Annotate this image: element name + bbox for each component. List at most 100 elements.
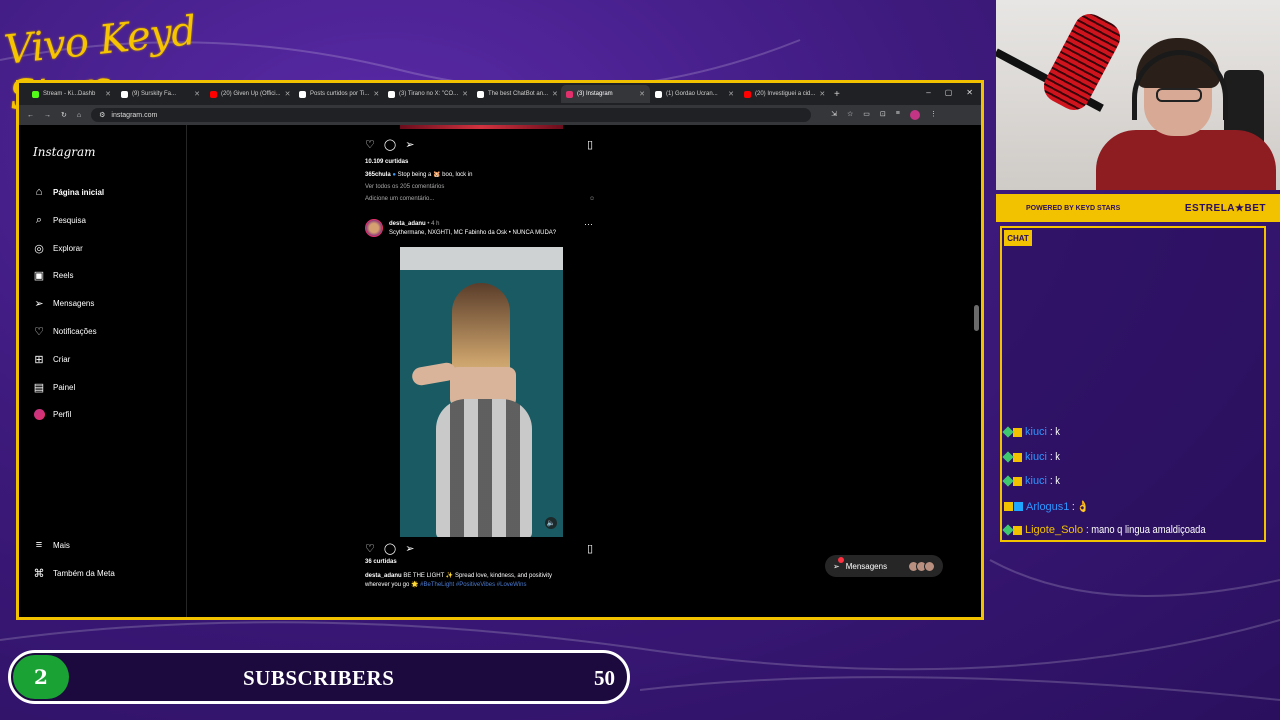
chat-message: kiuci: k [1002, 474, 1062, 487]
sidebar-item-home[interactable]: ⌂ Página inicial [33, 185, 104, 199]
feed-column: ♡ ◯ ➢ ▯ 10.109 curtidas 365chula ● Stop … [365, 125, 599, 617]
webcam-glasses [1156, 88, 1202, 102]
extensions-icon[interactable]: ⊡ [880, 110, 886, 120]
bookmark-star-icon[interactable]: ☆ [847, 110, 853, 120]
add-comment-input[interactable]: Adicione um comentário... [365, 196, 434, 202]
chat-username[interactable]: kiuci [1025, 475, 1047, 487]
new-tab-icon[interactable]: + [834, 89, 840, 100]
close-window-icon[interactable]: ✕ [966, 88, 973, 97]
post-author-avatar[interactable] [365, 219, 383, 237]
more-options-icon[interactable]: ··· [584, 219, 593, 229]
mute-toggle-icon[interactable]: 🔈 [545, 517, 557, 529]
close-tab-icon[interactable]: ✕ [373, 90, 379, 98]
close-tab-icon[interactable]: ✕ [819, 90, 825, 98]
previous-post-likes[interactable]: 10.109 curtidas [365, 159, 408, 165]
dashboard-icon: ▤ [33, 381, 45, 394]
chat-username[interactable]: kiuci [1025, 426, 1047, 438]
instagram-logo[interactable]: Instagram [33, 145, 96, 159]
chat-badges [1002, 425, 1022, 438]
chat-text: : mano q lingua amaldiçoada [1086, 524, 1206, 536]
browser-tab[interactable]: (9) Surskity Fa... ✕ [116, 85, 205, 103]
forward-icon[interactable]: → [44, 112, 51, 119]
create-icon: ⊞ [34, 353, 44, 366]
chat-message: Ligote_Solo: mano q lingua amaldiçoada [1002, 523, 1227, 536]
sidebar-item-reels[interactable]: ▣ Reels [33, 268, 74, 282]
close-tab-icon[interactable]: ✕ [285, 90, 291, 98]
share-icon[interactable]: ➢ [405, 542, 414, 555]
browser-tab[interactable]: (1) Gordao Ucran... ✕ [650, 85, 739, 103]
sponsor-keyd: POWERED BY KEYD STARS [1026, 204, 1121, 212]
maximize-icon[interactable]: ▢ [945, 88, 953, 97]
browser-profile-avatar[interactable] [909, 110, 920, 120]
chat-username[interactable]: kiuci [1025, 451, 1047, 463]
like-icon[interactable]: ♡ [365, 542, 375, 555]
sidebar-item-meta[interactable]: ⌘ Também da Meta [33, 566, 115, 580]
comment-icon[interactable]: ◯ [384, 542, 396, 555]
subscriber-count: 2 [13, 655, 69, 699]
sidebar-item-dashboard[interactable]: ▤ Painel [33, 380, 75, 394]
emoji-icon[interactable]: ☺ [589, 196, 595, 202]
close-tab-icon[interactable]: ✕ [105, 90, 111, 98]
sidebar-item-more[interactable]: ≡ Mais [33, 538, 70, 552]
browser-menu-icon[interactable]: ⋮ [930, 110, 937, 120]
browser-tab[interactable]: Stream - Ki...Dashb ✕ [27, 85, 116, 103]
like-icon[interactable]: ♡ [365, 138, 375, 151]
caption-username[interactable]: desta_adanu [365, 573, 402, 579]
save-icon[interactable]: ▯ [587, 138, 593, 151]
close-tab-icon[interactable]: ✕ [462, 90, 468, 98]
post-likes[interactable]: 36 curtidas [365, 559, 397, 565]
sidebar-item-messenger[interactable]: ➢ Mensagens [33, 296, 94, 310]
tab-favicon-icon [299, 90, 306, 98]
back-icon[interactable]: ← [27, 112, 34, 119]
sidepanel-icon[interactable]: ▭ [863, 110, 870, 120]
verified-icon: ● [392, 172, 396, 178]
browser-tab[interactable]: (20) Given Up (Offici... ✕ [205, 85, 294, 103]
sidebar-item-label: Página inicial [53, 187, 105, 197]
cast-icon[interactable]: ≡ [896, 110, 900, 120]
minimize-icon[interactable]: – [926, 88, 930, 97]
tab-title: (1) Gordao Ucran... [666, 91, 718, 97]
sidebar-item-heart[interactable]: ♡ Notificações [33, 324, 97, 338]
close-tab-icon[interactable]: ✕ [728, 90, 734, 98]
chat-username[interactable]: Arlogus1 [1026, 501, 1069, 513]
sidebar-item-create[interactable]: ⊞ Criar [33, 352, 70, 366]
browser-tab[interactable]: (3) Tirano no X: "CO... ✕ [383, 85, 472, 103]
tab-title: (3) Tirano no X: "CO... [399, 91, 459, 97]
browser-tab[interactable]: (3) Instagram ✕ [561, 85, 650, 103]
caption-hashtags[interactable]: #BeTheLight #PositiveVibes #LoveWins [420, 582, 526, 588]
site-info-icon[interactable]: ⚙ [99, 111, 105, 119]
caption-username[interactable]: 365chula [365, 172, 391, 178]
close-tab-icon[interactable]: ✕ [639, 90, 645, 98]
sidebar-item-search[interactable]: ⌕ Pesquisa [33, 213, 86, 227]
view-comments-link[interactable]: Ver todos os 205 comentários [365, 184, 444, 190]
search-icon: ⌕ [35, 213, 43, 226]
sidebar-item-profile[interactable]: Perfil [33, 407, 71, 421]
chat-username[interactable]: Ligote_Solo [1025, 524, 1083, 536]
caption-text: Stop being a 🐹 boo, lock in [397, 172, 473, 178]
chat-text: : 👌 [1072, 501, 1090, 513]
url-input[interactable]: ⚙ instagram.com [91, 108, 812, 122]
install-icon[interactable]: ⇲ [831, 110, 837, 120]
home-browser-icon[interactable]: ⌂ [77, 112, 81, 119]
close-tab-icon[interactable]: ✕ [194, 90, 200, 98]
post-author-username[interactable]: desta_adanu [389, 221, 426, 227]
post-video[interactable]: 🔈 [400, 247, 563, 537]
browser-tab[interactable]: (20) Investiguei a cid... ✕ [739, 85, 828, 103]
message-avatars [908, 560, 935, 572]
chat-badges [1002, 450, 1022, 463]
save-icon[interactable]: ▯ [587, 542, 593, 555]
notification-badge [838, 557, 844, 563]
close-tab-icon[interactable]: ✕ [552, 90, 558, 98]
sidebar-item-compass[interactable]: ◎ Explorar [33, 241, 83, 255]
previous-post-actions: ♡ ◯ ➢ ▯ [365, 137, 599, 151]
share-icon[interactable]: ➢ [405, 138, 414, 151]
messages-pill-button[interactable]: ➢ Mensagens [825, 555, 943, 577]
comment-icon[interactable]: ◯ [384, 138, 396, 151]
chat-message: kiuci: k [1002, 425, 1062, 438]
browser-tab[interactable]: The best ChatBot an... ✕ [472, 85, 561, 103]
post-audio[interactable]: Scythermane, NXGHTI, MC Fabinho da Osk •… [389, 230, 556, 236]
reload-icon[interactable]: ↻ [61, 111, 67, 119]
reels-icon: ▣ [33, 269, 45, 282]
page-scrollbar[interactable] [974, 305, 979, 331]
browser-tab[interactable]: Posts curtidos por Ti... ✕ [294, 85, 383, 103]
